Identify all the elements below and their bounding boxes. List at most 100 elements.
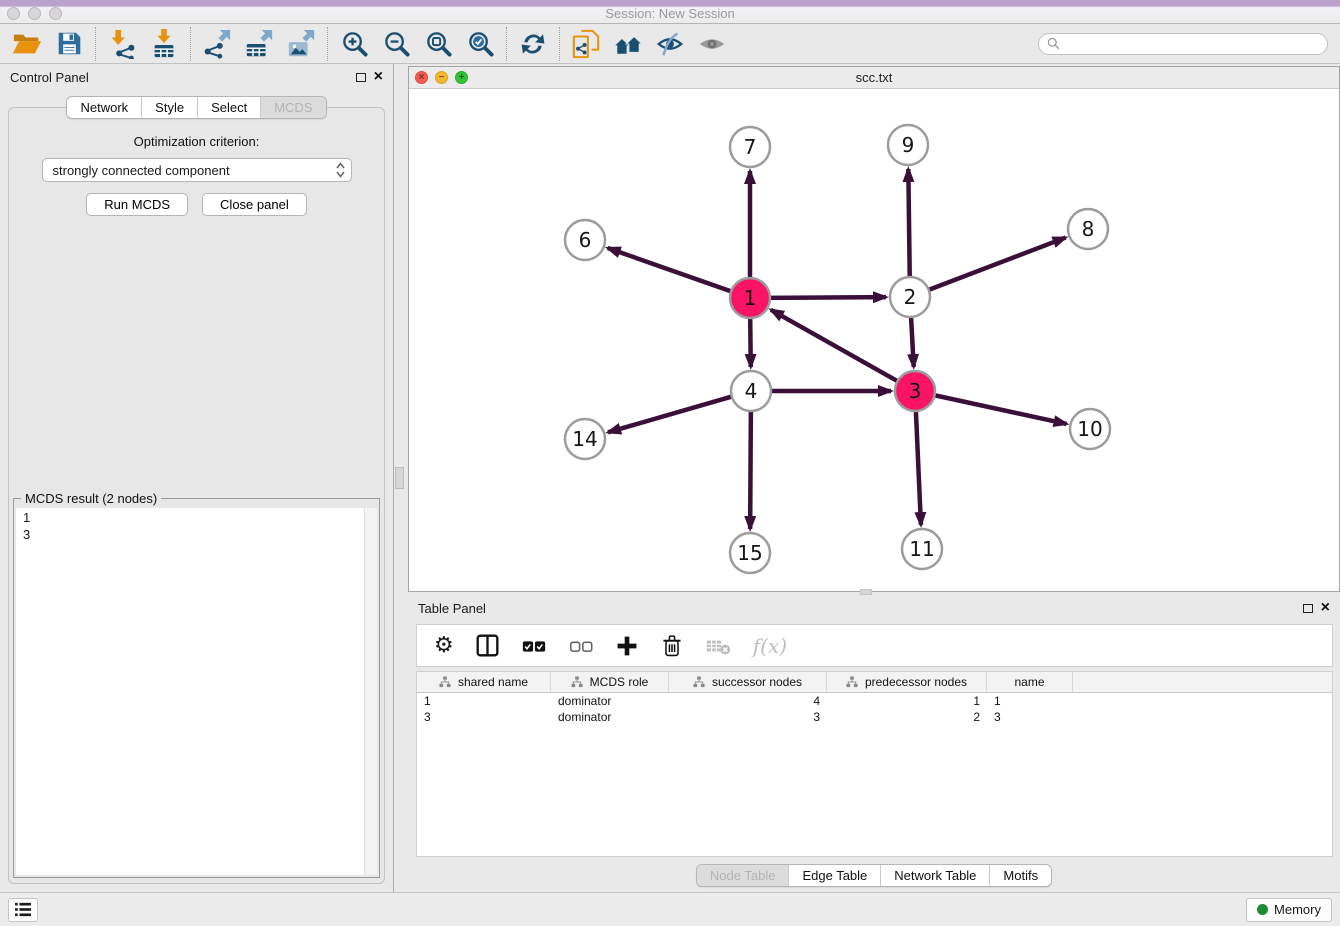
edge-2-8[interactable] [929, 238, 1066, 290]
edge-3-1[interactable] [771, 310, 898, 381]
table-cell: 1 [417, 694, 551, 708]
node-label-1: 1 [744, 286, 757, 310]
edge-4-15[interactable] [750, 411, 751, 529]
vertical-splitter-handle[interactable] [395, 467, 404, 489]
column-visibility-button[interactable] [475, 633, 500, 658]
edge-2-9[interactable] [908, 169, 909, 277]
search-box[interactable] [1038, 33, 1328, 55]
tab-node-table[interactable]: Node Table [697, 865, 789, 886]
import-table-button[interactable] [143, 26, 185, 62]
edge-2-3[interactable] [911, 317, 914, 367]
import-network-button[interactable] [101, 26, 143, 62]
clone-network-icon [571, 28, 601, 60]
node-label-2: 2 [904, 285, 917, 309]
mcds-result-groupbox: MCDS result (2 nodes) 1 3 [13, 498, 380, 878]
column-header-successor-nodes[interactable]: successor nodes [669, 672, 827, 692]
task-history-button[interactable] [8, 898, 38, 922]
mcds-result-text[interactable]: 1 3 [16, 508, 364, 875]
close-panel-button[interactable]: Close panel [202, 193, 307, 216]
open-session-button[interactable] [6, 26, 48, 62]
table-cell: 4 [669, 694, 827, 708]
show-details-button[interactable] [691, 26, 733, 62]
tab-style[interactable]: Style [141, 97, 197, 118]
window-titlebar: Session: New Session [0, 0, 1340, 24]
dropdown-value: strongly connected component [53, 163, 336, 178]
export-image-button[interactable] [280, 26, 322, 62]
zoom-in-button[interactable] [333, 26, 375, 62]
delete-table-button[interactable] [705, 635, 732, 657]
home-layout-button[interactable] [607, 26, 649, 62]
column-namespace-icon [693, 676, 705, 688]
export-network-button[interactable] [196, 26, 238, 62]
select-all-button[interactable] [521, 636, 547, 656]
memory-button[interactable]: Memory [1246, 898, 1332, 922]
edge-3-11[interactable] [916, 411, 921, 525]
window-title: Session: New Session [0, 6, 1340, 21]
column-namespace-icon [439, 676, 451, 688]
save-icon [56, 30, 83, 57]
zoom-out-button[interactable] [375, 26, 417, 62]
control-panel-tabs: NetworkStyleSelectMCDS [66, 96, 326, 119]
edge-1-4[interactable] [750, 318, 751, 367]
close-panel-icon[interactable]: × [374, 71, 383, 83]
float-panel-icon[interactable] [356, 73, 366, 82]
column-header-MCDS-role[interactable]: MCDS role [551, 672, 669, 692]
tab-mcds[interactable]: MCDS [260, 97, 325, 118]
delete-column-button[interactable] [660, 633, 684, 659]
eye-icon [697, 29, 727, 59]
search-icon [1047, 37, 1060, 50]
plus-icon [615, 634, 639, 658]
close-view-button[interactable]: × [415, 71, 428, 84]
zoom-fit-button[interactable] [417, 26, 459, 62]
edge-4-14[interactable] [608, 397, 732, 433]
zoom-selected-icon [466, 29, 495, 58]
tab-network-table[interactable]: Network Table [880, 865, 989, 886]
optimization-criterion-dropdown[interactable]: strongly connected component [42, 158, 352, 182]
hide-details-button[interactable] [649, 26, 691, 62]
edge-1-6[interactable] [608, 248, 731, 291]
network-canvas[interactable]: 1234678910111415 [409, 90, 1339, 591]
table-cell: 3 [417, 710, 551, 724]
add-column-button[interactable] [615, 634, 639, 658]
save-session-button[interactable] [48, 26, 90, 62]
deselect-all-button[interactable] [568, 636, 594, 656]
checked-boxes-icon [521, 636, 547, 656]
edge-3-10[interactable] [935, 395, 1067, 424]
edge-1-2[interactable] [770, 297, 886, 298]
maximize-view-button[interactable]: + [455, 71, 468, 84]
table-body: 1dominator4113dominator323 [417, 693, 1332, 725]
node-table: shared name MCDS role successor nodes [416, 671, 1333, 857]
close-table-panel-icon[interactable]: × [1321, 602, 1330, 614]
result-scrollbar[interactable] [364, 508, 377, 875]
tab-motifs[interactable]: Motifs [989, 865, 1051, 886]
function-builder-button[interactable]: f(x) [753, 634, 787, 658]
control-panel-title: Control Panel [10, 70, 89, 85]
list-icon [14, 902, 32, 917]
toolbar-separator [190, 27, 191, 61]
network-view-title: scc.txt [856, 70, 893, 85]
column-header-predecessor-nodes[interactable]: predecessor nodes [827, 672, 987, 692]
apply-style-button[interactable] [512, 26, 554, 62]
float-table-panel-icon[interactable] [1303, 604, 1313, 613]
search-input[interactable] [1065, 37, 1319, 51]
toolbar-separator [559, 27, 560, 61]
minimize-view-button[interactable]: − [435, 71, 448, 84]
network-view-window: × − + scc.txt 1234678910111415 [408, 66, 1340, 592]
table-row[interactable]: 3dominator323 [417, 709, 1332, 725]
clone-network-button[interactable] [565, 26, 607, 62]
column-header-shared-name[interactable]: shared name [417, 672, 551, 692]
table-cell: dominator [551, 710, 669, 724]
run-mcds-button[interactable]: Run MCDS [86, 193, 188, 216]
zoom-selected-button[interactable] [459, 26, 501, 62]
tab-network[interactable]: Network [67, 97, 141, 118]
fx-icon: f(x) [753, 634, 787, 658]
node-label-7: 7 [744, 135, 757, 159]
tab-select[interactable]: Select [197, 97, 260, 118]
column-header-name[interactable]: name [987, 672, 1073, 692]
tab-edge-table[interactable]: Edge Table [788, 865, 880, 886]
memory-status-icon [1257, 904, 1268, 915]
table-row[interactable]: 1dominator411 [417, 693, 1332, 709]
table-settings-button[interactable]: ⚙ [434, 635, 454, 657]
export-table-button[interactable] [238, 26, 280, 62]
control-panel: Control Panel × NetworkStyleSelectMCDS O… [0, 64, 394, 892]
